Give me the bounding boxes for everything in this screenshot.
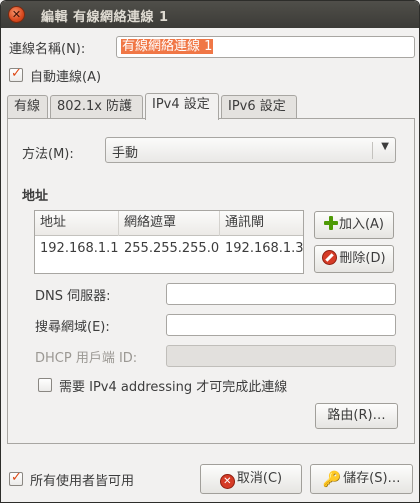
window-title: 編輯 有線網絡連線 1 bbox=[41, 10, 169, 25]
tab-ipv6-settings[interactable]: IPv6 設定 bbox=[221, 95, 297, 119]
tab-wired[interactable]: 有線 bbox=[7, 95, 48, 119]
combo-separator bbox=[372, 142, 373, 159]
method-value: 手動 bbox=[112, 146, 139, 161]
auto-connect-label: 自動連線(A) bbox=[30, 70, 102, 85]
dhcp-client-id-input bbox=[166, 345, 396, 367]
search-domains-label: 搜尋網域(E): bbox=[35, 320, 110, 335]
connection-name-label: 連線名稱(N): bbox=[9, 42, 86, 57]
cancel-label: 取消(C) bbox=[236, 471, 283, 486]
tab-ipv4-settings[interactable]: IPv4 設定 bbox=[145, 93, 219, 120]
addresses-section-title: 地址 bbox=[22, 189, 49, 204]
title-bar: ✕ 編輯 有線網絡連線 1 bbox=[1, 1, 419, 28]
netmask-cell[interactable]: 255.255.255.0 bbox=[124, 241, 219, 256]
all-users-label: 所有使用者皆可用 bbox=[30, 474, 135, 489]
chevron-down-icon: ▼ bbox=[381, 141, 389, 152]
close-window-button[interactable]: ✕ bbox=[8, 6, 25, 23]
require-ipv4-checkbox[interactable] bbox=[38, 378, 52, 392]
delete-address-button[interactable]: 刪除(D) bbox=[314, 245, 394, 273]
ipv4-settings-panel bbox=[7, 118, 415, 444]
method-label: 方法(M): bbox=[22, 147, 74, 162]
keys-icon: 🔑 bbox=[322, 470, 342, 488]
column-header-netmask[interactable]: 網絡遮罩 bbox=[119, 211, 220, 236]
plus-icon bbox=[323, 216, 338, 230]
save-label: 儲存(S)… bbox=[343, 471, 401, 486]
delete-icon bbox=[322, 250, 338, 265]
require-ipv4-label: 需要 IPv4 addressing 才可完成此連線 bbox=[59, 380, 288, 395]
dns-label: DNS 伺服器: bbox=[35, 289, 111, 304]
column-header-address[interactable]: 地址 bbox=[35, 211, 119, 236]
routes-button[interactable]: 路由(R)… bbox=[315, 403, 398, 429]
dhcp-client-id-label: DHCP 用戶端 ID: bbox=[35, 351, 138, 366]
edit-connection-dialog: ✕ 編輯 有線網絡連線 1 連線名稱(N): 有線網絡連線 1 自動連線(A) … bbox=[0, 0, 420, 503]
add-address-label: 加入(A) bbox=[338, 217, 385, 232]
address-table[interactable]: 地址 網絡遮罩 通訊閘 192.168.1.1 255.255.255.0 19… bbox=[34, 210, 304, 274]
search-domains-input[interactable] bbox=[166, 314, 396, 336]
dns-input[interactable] bbox=[166, 283, 396, 305]
cancel-button[interactable]: ✕ 取消(C) bbox=[200, 464, 302, 494]
method-combobox[interactable]: 手動 ▼ bbox=[105, 137, 396, 163]
add-address-button[interactable]: 加入(A) bbox=[314, 211, 394, 239]
tab-8021x-security[interactable]: 802.1x 防護 bbox=[50, 95, 143, 119]
save-button[interactable]: 🔑 儲存(S)… bbox=[310, 464, 413, 494]
gateway-cell[interactable]: 192.168.1.3 bbox=[225, 241, 304, 256]
address-table-header: 地址 網絡遮罩 通訊閘 bbox=[35, 211, 303, 236]
column-header-gateway[interactable]: 通訊閘 bbox=[220, 211, 303, 236]
auto-connect-checkbox[interactable] bbox=[9, 66, 23, 82]
address-cell[interactable]: 192.168.1.1 bbox=[40, 241, 119, 256]
cancel-icon: ✕ bbox=[219, 474, 235, 489]
connection-name-input[interactable]: 有線網絡連線 1 bbox=[116, 36, 415, 58]
delete-address-label: 刪除(D) bbox=[339, 251, 386, 266]
all-users-checkbox[interactable] bbox=[9, 470, 23, 486]
close-icon: ✕ bbox=[11, 8, 22, 21]
